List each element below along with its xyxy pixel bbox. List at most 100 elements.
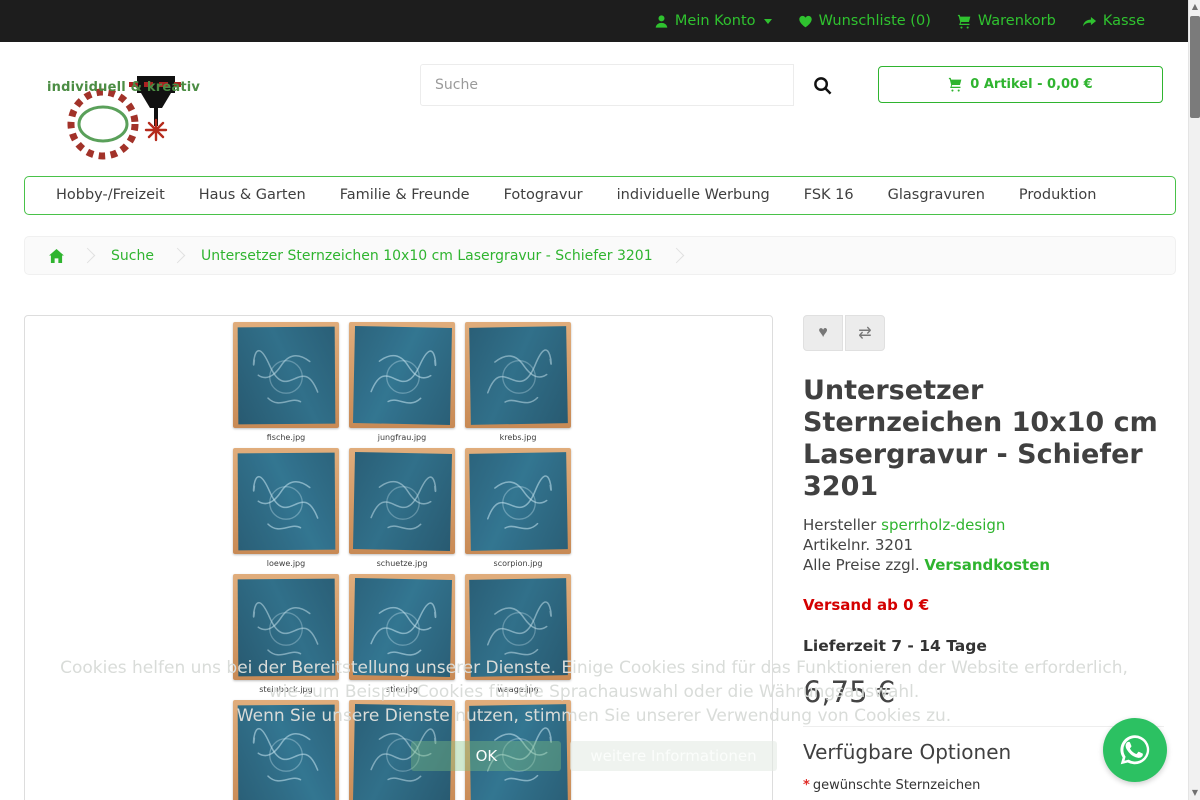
breadcrumb-separator-icon	[170, 248, 186, 264]
slate-tile	[352, 577, 451, 676]
zodiac-tile: jungfrau.jpg	[346, 322, 458, 448]
option-label: gewünschte Sternzeichen	[813, 778, 981, 793]
nav-item[interactable]: Familie & Freunde	[323, 177, 487, 214]
scrollbar-thumb[interactable]	[1190, 16, 1200, 118]
wood-coaster	[233, 448, 339, 554]
tax-note-row: Alle Preise zzgl. Versandkosten	[803, 555, 1164, 575]
sku-value: 3201	[875, 536, 913, 554]
zodiac-engraving	[358, 583, 446, 671]
tile-filename: stier.jpg	[386, 685, 418, 695]
wood-coaster	[349, 322, 455, 428]
nav-item[interactable]: Haus & Garten	[182, 177, 323, 214]
cart-link[interactable]: Warenkorb	[957, 13, 1056, 29]
compare-arrows-icon: ⇄	[858, 323, 871, 343]
product-title: Untersetzer Sternzeichen 10x10 cm Laserg…	[803, 375, 1164, 502]
scroll-up-arrow-icon[interactable]: ▲	[1189, 0, 1200, 14]
nav-item[interactable]: Fotogravur	[487, 177, 600, 214]
cookie-accept-button[interactable]: OK	[411, 741, 561, 771]
slate-tile	[352, 325, 451, 424]
wood-coaster	[465, 322, 571, 428]
shop-logo[interactable]: individuell & kreativ	[45, 58, 245, 168]
zodiac-tile: fische.jpg	[230, 322, 342, 448]
manufacturer-label: Hersteller	[803, 516, 876, 534]
nav-item[interactable]: Produktion	[1002, 177, 1114, 214]
required-marker: *	[803, 778, 810, 793]
wood-coaster	[233, 700, 339, 800]
heart-icon: ♥	[818, 324, 828, 342]
tile-filename: loewe.jpg	[267, 559, 305, 569]
wood-coaster	[349, 448, 455, 554]
sku-label: Artikelnr.	[803, 536, 870, 554]
zodiac-tile: stier.jpg	[346, 574, 458, 700]
slate-tile	[237, 452, 335, 550]
share-icon	[1082, 14, 1097, 29]
logo-graphic	[45, 58, 245, 168]
breadcrumb: Suche Untersetzer Sternzeichen 10x10 cm …	[24, 236, 1176, 275]
add-to-wishlist-button[interactable]: ♥	[803, 315, 843, 351]
delivery-time: Lieferzeit 7 - 14 Tage	[803, 637, 1164, 655]
zodiac-engraving	[243, 332, 330, 419]
slate-tile	[469, 578, 568, 677]
scroll-down-arrow-icon[interactable]: ▼	[1189, 786, 1200, 800]
slate-tile	[237, 326, 335, 424]
zodiac-engraving	[243, 710, 330, 797]
tile-filename: scorpion.jpg	[494, 559, 543, 569]
tile-filename: schuetze.jpg	[377, 559, 428, 569]
slate-tile	[352, 451, 451, 550]
cookie-info-button[interactable]: weitere Informationen	[570, 741, 776, 771]
nav-item[interactable]: Glasgravuren	[871, 177, 1002, 214]
search-button[interactable]	[794, 64, 850, 106]
breadcrumb-item-product[interactable]: Untersetzer Sternzeichen 10x10 cm Laserg…	[201, 248, 653, 264]
cart-icon	[957, 14, 972, 29]
top-bar: Mein Konto Wunschliste (0) Warenkorb Kas…	[0, 0, 1200, 42]
page-header: individuell & kreativ 0 Artikel - 0,00 €	[0, 42, 1200, 174]
tile-filename: jungfrau.jpg	[378, 433, 426, 443]
wishlist-link[interactable]: Wunschliste (0)	[798, 13, 931, 29]
account-menu[interactable]: Mein Konto	[654, 13, 772, 29]
tile-filename: krebs.jpg	[500, 433, 537, 443]
home-icon[interactable]	[49, 249, 64, 263]
option-label-row: *gewünschte Sternzeichen	[803, 778, 1164, 793]
whatsapp-button[interactable]	[1103, 718, 1167, 782]
cart-total-button[interactable]: 0 Artikel - 0,00 €	[878, 66, 1163, 103]
zodiac-engraving	[474, 331, 561, 418]
divider	[803, 726, 1164, 727]
zodiac-engraving	[474, 457, 561, 544]
zodiac-engraving	[474, 583, 561, 670]
search-icon	[813, 76, 832, 95]
sku-row: Artikelnr. 3201	[803, 535, 1164, 555]
slate-tile	[237, 578, 335, 676]
search-bar	[420, 64, 850, 106]
slate-tile	[469, 326, 568, 425]
main-content: fische.jpg jungfrau	[24, 315, 1176, 800]
zodiac-tile: loewe.jpg	[230, 448, 342, 574]
wood-coaster	[465, 574, 571, 680]
nav-item[interactable]: individuelle Werbung	[600, 177, 787, 214]
nav-item[interactable]: Hobby-/Freizeit	[39, 177, 182, 214]
zodiac-engraving	[243, 458, 330, 545]
cart-total-label: 0 Artikel - 0,00 €	[970, 77, 1092, 92]
product-image[interactable]: fische.jpg jungfrau	[24, 315, 773, 800]
shipping-costs-link[interactable]: Versandkosten	[924, 556, 1050, 574]
tax-note: Alle Preise zzgl.	[803, 556, 920, 574]
wood-coaster	[349, 574, 455, 680]
tile-filename: fische.jpg	[267, 433, 306, 443]
checkout-link[interactable]: Kasse	[1082, 13, 1145, 29]
breadcrumb-item-search[interactable]: Suche	[111, 248, 154, 264]
product-info: ♥ ⇄ Untersetzer Sternzeichen 10x10 cm La…	[803, 315, 1164, 800]
nav-item[interactable]: FSK 16	[787, 177, 871, 214]
breadcrumb-separator-icon	[668, 248, 684, 264]
zodiac-tile	[230, 700, 342, 800]
logo-tagline: individuell & kreativ	[47, 80, 200, 95]
shipping-promo: Versand ab 0 €	[803, 596, 1164, 614]
manufacturer-link[interactable]: sperrholz-design	[881, 516, 1005, 534]
main-navigation: Hobby-/FreizeitHaus & GartenFamilie & Fr…	[24, 176, 1176, 215]
wishlist-label: Wunschliste (0)	[819, 13, 931, 29]
zodiac-tile-grid: fische.jpg jungfrau	[230, 322, 574, 800]
compare-button[interactable]: ⇄	[845, 315, 885, 351]
slate-tile	[237, 704, 335, 800]
zodiac-engraving	[358, 331, 446, 419]
vertical-scrollbar[interactable]: ▲ ▼	[1188, 0, 1200, 800]
manufacturer-row: Hersteller sperrholz-design	[803, 515, 1164, 535]
search-input[interactable]	[420, 64, 794, 106]
